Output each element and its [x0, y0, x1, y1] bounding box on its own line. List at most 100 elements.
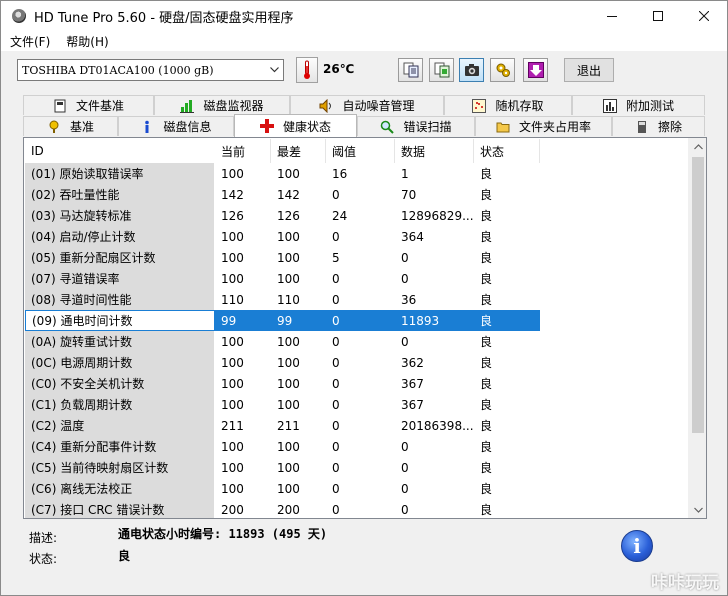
copy-text-button[interactable]: [398, 58, 423, 82]
smart-table[interactable]: ID 当前 最差 阈值 数据 状态 (01) 原始读取错误率 100 100 16 1 良…: [25, 139, 687, 518]
maximize-button[interactable]: [635, 1, 681, 31]
hdtune-app-icon: [12, 9, 26, 23]
speaker-icon: [319, 98, 333, 113]
chart-icon: [602, 98, 617, 113]
table-row[interactable]: (C1) 负载周期计数 100 100 0 367 良: [25, 394, 687, 415]
column-header-id[interactable]: ID: [25, 139, 215, 163]
cell-worst: 100: [277, 481, 300, 496]
tab-health[interactable]: 健康状态: [234, 114, 357, 137]
tab-random-access[interactable]: 随机存取: [444, 95, 572, 115]
scrollbar-thumb[interactable]: [692, 157, 704, 433]
cell-data: 0: [401, 460, 409, 475]
table-row[interactable]: (02) 吞吐量性能 142 142 0 70 良: [25, 184, 687, 205]
vertical-scrollbar[interactable]: [688, 138, 706, 518]
column-header-threshold[interactable]: 阈值: [326, 139, 395, 163]
chevron-down-icon[interactable]: [266, 60, 283, 80]
window-title: HD Tune Pro 5.60 - 硬盘/固态硬盘实用程序: [34, 10, 294, 26]
tab-erase[interactable]: 擦除: [612, 116, 705, 136]
cell-data: 36: [401, 292, 417, 307]
cell-status: 良: [480, 482, 493, 496]
cell-status: 良: [480, 167, 493, 181]
cell-worst: 100: [277, 271, 300, 286]
drive-select[interactable]: TOSHIBA DT01ACA100 (1000 gB): [17, 59, 284, 81]
table-row[interactable]: (09) 通电时间计数 99 99 0 11893 良: [25, 310, 687, 331]
cell-status: 良: [480, 503, 493, 517]
table-row[interactable]: (C7) 接口 CRC 错误计数 200 200 0 0 良: [25, 499, 687, 518]
cell-id: (01) 原始读取错误率: [25, 163, 215, 184]
cell-worst: 100: [277, 376, 300, 391]
cell-worst: 100: [277, 439, 300, 454]
table-row[interactable]: (08) 寻道时间性能 110 110 0 36 良: [25, 289, 687, 310]
tab-disk-monitor[interactable]: 磁盘监视器: [154, 95, 290, 115]
cell-current: 100: [221, 376, 244, 391]
cell-status: 良: [480, 377, 493, 391]
cell-threshold: 0: [332, 355, 340, 370]
scroll-up-arrow-icon[interactable]: [689, 138, 706, 155]
tab-disk-info[interactable]: 磁盘信息: [118, 116, 234, 136]
tabs-row-top: 文件基准 磁盘监视器 自动噪音管理 随机存取 附加测试: [23, 95, 705, 115]
magnifier-icon: [380, 120, 395, 134]
table-row[interactable]: (C4) 重新分配事件计数 100 100 0 0 良: [25, 436, 687, 457]
cell-worst: 99: [271, 310, 326, 331]
column-header-data[interactable]: 数据: [395, 139, 474, 163]
table-row[interactable]: (05) 重新分配扇区计数 100 100 5 0 良: [25, 247, 687, 268]
cell-id: (07) 寻道错误率: [25, 268, 215, 289]
cell-threshold: 0: [332, 292, 340, 307]
tab-label: 附加测试: [625, 99, 674, 113]
cell-threshold: 0: [332, 502, 340, 517]
cell-data: 0: [401, 439, 409, 454]
cell-data: 1: [401, 166, 409, 181]
screenshot-button[interactable]: [459, 58, 484, 82]
cell-threshold: 24: [332, 208, 348, 223]
cell-threshold: 16: [332, 166, 348, 181]
column-header-current[interactable]: 当前: [215, 139, 271, 163]
cell-current: 100: [221, 250, 244, 265]
exit-button[interactable]: 退出: [564, 58, 614, 82]
tab-aam[interactable]: 自动噪音管理: [290, 95, 444, 115]
table-row[interactable]: (03) 马达旋转标准 126 126 24 12896829... 良: [25, 205, 687, 226]
cell-id: (C2) 温度: [25, 415, 215, 436]
tab-label: 磁盘信息: [163, 120, 212, 134]
tab-benchmark[interactable]: 基准: [23, 116, 118, 136]
menu-help[interactable]: 帮助(H): [57, 33, 115, 50]
save-button[interactable]: [523, 58, 548, 82]
tab-file-benchmark[interactable]: 文件基准: [23, 95, 154, 115]
copy-screenshot-button[interactable]: [429, 58, 454, 82]
info-icon: [140, 120, 154, 134]
table-row[interactable]: (04) 启动/停止计数 100 100 0 364 良: [25, 226, 687, 247]
tab-extra-tests[interactable]: 附加测试: [572, 95, 705, 115]
options-button[interactable]: [490, 58, 515, 82]
column-header-worst[interactable]: 最差: [271, 139, 326, 163]
cell-threshold: 0: [332, 187, 340, 202]
table-row[interactable]: (C5) 当前待映射扇区计数 100 100 0 0 良: [25, 457, 687, 478]
table-row[interactable]: (01) 原始读取错误率 100 100 16 1 良: [25, 163, 687, 184]
cell-threshold: 0: [332, 229, 340, 244]
cell-status: 良: [480, 293, 493, 307]
cell-data: 11893: [395, 310, 474, 331]
tab-label: 磁盘监视器: [203, 99, 264, 113]
tab-label: 健康状态: [282, 119, 331, 134]
table-row[interactable]: (07) 寻道错误率 100 100 0 0 良: [25, 268, 687, 289]
menu-file[interactable]: 文件(F): [1, 33, 57, 50]
table-row[interactable]: (C2) 温度 211 211 0 20186398... 良: [25, 415, 687, 436]
table-row[interactable]: (0C) 电源周期计数 100 100 0 362 良: [25, 352, 687, 373]
close-button[interactable]: [681, 1, 727, 31]
tab-error-scan[interactable]: 错误扫描: [357, 116, 475, 136]
table-row[interactable]: (C6) 离线无法校正 100 100 0 0 良: [25, 478, 687, 499]
info-button[interactable]: i: [621, 530, 653, 562]
tabs-row-bottom: 基准 磁盘信息 健康状态 错误扫描 文件夹占用率 擦除: [23, 114, 705, 137]
cell-id: (02) 吞吐量性能: [25, 184, 215, 205]
copy-icon: [403, 62, 418, 78]
cell-threshold: 0: [326, 310, 395, 331]
cell-worst: 100: [277, 250, 300, 265]
table-row[interactable]: (0A) 旋转重试计数 100 100 0 0 良: [25, 331, 687, 352]
cell-worst: 100: [277, 334, 300, 349]
title-bar[interactable]: HD Tune Pro 5.60 - 硬盘/固态硬盘实用程序: [1, 1, 727, 31]
tab-folder-usage[interactable]: 文件夹占用率: [475, 116, 612, 136]
cell-data: 367: [401, 397, 424, 412]
scroll-down-arrow-icon[interactable]: [689, 501, 706, 518]
table-row[interactable]: (C0) 不安全关机计数 100 100 0 367 良: [25, 373, 687, 394]
minimize-button[interactable]: [589, 1, 635, 31]
column-header-status[interactable]: 状态: [474, 139, 540, 163]
menu-bar: 文件(F) 帮助(H): [1, 31, 727, 51]
